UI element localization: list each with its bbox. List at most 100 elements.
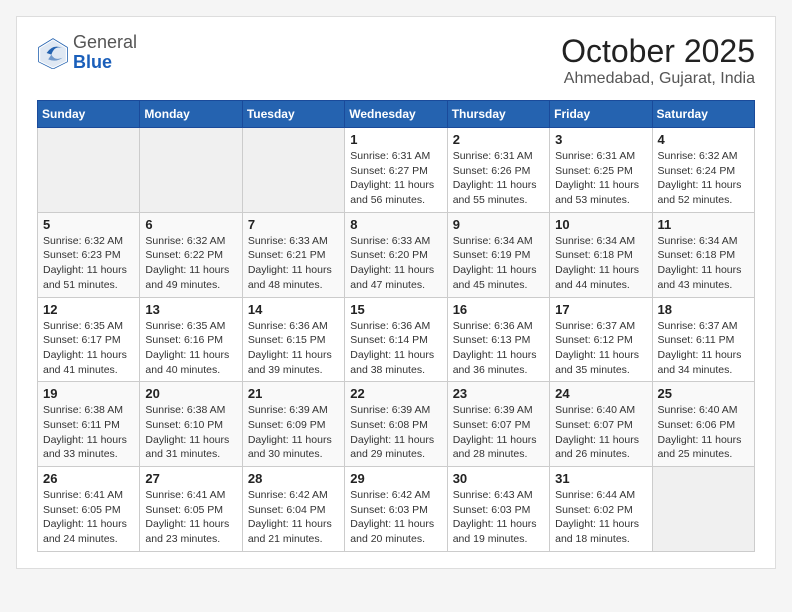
- calendar-cell: 10 Sunrise: 6:34 AMSunset: 6:18 PMDayligh…: [550, 212, 652, 297]
- day-info: Sunrise: 6:31 AMSunset: 6:26 PMDaylight:…: [453, 149, 544, 208]
- day-number: 19: [43, 386, 134, 401]
- calendar-cell: 28 Sunrise: 6:42 AMSunset: 6:04 PMDayligh…: [242, 467, 344, 552]
- day-number: 27: [145, 471, 236, 486]
- day-info: Sunrise: 6:41 AMSunset: 6:05 PMDaylight:…: [145, 488, 236, 547]
- day-info: Sunrise: 6:40 AMSunset: 6:07 PMDaylight:…: [555, 403, 646, 462]
- day-number: 11: [658, 217, 749, 232]
- day-info: Sunrise: 6:33 AMSunset: 6:20 PMDaylight:…: [350, 234, 441, 293]
- calendar-cell: 17 Sunrise: 6:37 AMSunset: 6:12 PMDayligh…: [550, 297, 652, 382]
- day-info: Sunrise: 6:39 AMSunset: 6:07 PMDaylight:…: [453, 403, 544, 462]
- day-number: 26: [43, 471, 134, 486]
- day-info: Sunrise: 6:43 AMSunset: 6:03 PMDaylight:…: [453, 488, 544, 547]
- calendar-cell: 8 Sunrise: 6:33 AMSunset: 6:20 PMDaylight…: [345, 212, 447, 297]
- calendar-cell: 20 Sunrise: 6:38 AMSunset: 6:10 PMDayligh…: [140, 382, 242, 467]
- day-number: 1: [350, 132, 441, 147]
- day-number: 4: [658, 132, 749, 147]
- day-number: 10: [555, 217, 646, 232]
- day-number: 14: [248, 302, 339, 317]
- calendar-cell: 7Sunrise: 6:33 AMSunset: 6:21 PMDaylight…: [242, 212, 344, 297]
- calendar-cell: 30 Sunrise: 6:43 AMSunset: 6:03 PMDayligh…: [447, 467, 549, 552]
- calendar-cell: 23 Sunrise: 6:39 AMSunset: 6:07 PMDayligh…: [447, 382, 549, 467]
- weekday-header-tuesday: Tuesday: [242, 101, 344, 128]
- calendar-cell: 26 Sunrise: 6:41 AMSunset: 6:05 PMDayligh…: [38, 467, 140, 552]
- day-info: Sunrise: 6:39 AMSunset: 6:08 PMDaylight:…: [350, 403, 441, 462]
- weekday-header-monday: Monday: [140, 101, 242, 128]
- calendar-cell: [652, 467, 754, 552]
- calendar-cell: 2 Sunrise: 6:31 AMSunset: 6:26 PMDaylight…: [447, 128, 549, 213]
- day-number: 8: [350, 217, 441, 232]
- calendar-cell: [140, 128, 242, 213]
- day-number: 2: [453, 132, 544, 147]
- day-number: 13: [145, 302, 236, 317]
- day-number: 28: [248, 471, 339, 486]
- day-number: 17: [555, 302, 646, 317]
- location: Ahmedabad, Gujarat, India: [561, 70, 755, 88]
- weekday-header-wednesday: Wednesday: [345, 101, 447, 128]
- day-info: Sunrise: 6:38 AMSunset: 6:11 PMDaylight:…: [43, 403, 134, 462]
- day-info: Sunrise: 6:40 AMSunset: 6:06 PMDaylight:…: [658, 403, 749, 462]
- day-number: 6: [145, 217, 236, 232]
- calendar-page: General Blue October 2025 Ahmedabad, Guj…: [16, 16, 776, 569]
- day-number: 7: [248, 217, 339, 232]
- day-number: 25: [658, 386, 749, 401]
- day-number: 23: [453, 386, 544, 401]
- day-info: Sunrise: 6:36 AMSunset: 6:15 PMDaylight:…: [248, 319, 339, 378]
- calendar-cell: 13Sunrise: 6:35 AMSunset: 6:16 PMDayligh…: [140, 297, 242, 382]
- day-info: Sunrise: 6:32 AMSunset: 6:22 PMDaylight:…: [145, 234, 236, 293]
- calendar-cell: 22 Sunrise: 6:39 AMSunset: 6:08 PMDayligh…: [345, 382, 447, 467]
- day-info: Sunrise: 6:39 AMSunset: 6:09 PMDaylight:…: [248, 403, 339, 462]
- weekday-header-saturday: Saturday: [652, 101, 754, 128]
- day-number: 3: [555, 132, 646, 147]
- calendar-cell: 15 Sunrise: 6:36 AMSunset: 6:14 PMDayligh…: [345, 297, 447, 382]
- day-info: Sunrise: 6:34 AMSunset: 6:18 PMDaylight:…: [555, 234, 646, 293]
- calendar-cell: 25 Sunrise: 6:40 AMSunset: 6:06 PMDayligh…: [652, 382, 754, 467]
- calendar-cell: 31Sunrise: 6:44 AMSunset: 6:02 PMDayligh…: [550, 467, 652, 552]
- day-number: 5: [43, 217, 134, 232]
- day-info: Sunrise: 6:36 AMSunset: 6:13 PMDaylight:…: [453, 319, 544, 378]
- calendar-cell: 24Sunrise: 6:40 AMSunset: 6:07 PMDayligh…: [550, 382, 652, 467]
- day-info: Sunrise: 6:44 AMSunset: 6:02 PMDaylight:…: [555, 488, 646, 547]
- calendar-cell: 4 Sunrise: 6:32 AMSunset: 6:24 PMDaylight…: [652, 128, 754, 213]
- calendar-cell: 19 Sunrise: 6:38 AMSunset: 6:11 PMDayligh…: [38, 382, 140, 467]
- page-header: General Blue October 2025 Ahmedabad, Guj…: [37, 33, 755, 88]
- day-info: Sunrise: 6:31 AMSunset: 6:27 PMDaylight:…: [350, 149, 441, 208]
- day-info: Sunrise: 6:34 AMSunset: 6:18 PMDaylight:…: [658, 234, 749, 293]
- day-info: Sunrise: 6:32 AMSunset: 6:24 PMDaylight:…: [658, 149, 749, 208]
- calendar-cell: 18Sunrise: 6:37 AMSunset: 6:11 PMDayligh…: [652, 297, 754, 382]
- logo: General Blue: [37, 33, 137, 73]
- day-number: 15: [350, 302, 441, 317]
- day-number: 21: [248, 386, 339, 401]
- month-title: October 2025: [561, 33, 755, 70]
- weekday-header-thursday: Thursday: [447, 101, 549, 128]
- day-info: Sunrise: 6:38 AMSunset: 6:10 PMDaylight:…: [145, 403, 236, 462]
- day-number: 12: [43, 302, 134, 317]
- calendar-cell: 12Sunrise: 6:35 AMSunset: 6:17 PMDayligh…: [38, 297, 140, 382]
- day-info: Sunrise: 6:42 AMSunset: 6:03 PMDaylight:…: [350, 488, 441, 547]
- logo-text: General Blue: [73, 33, 137, 73]
- calendar-cell: 5 Sunrise: 6:32 AMSunset: 6:23 PMDaylight…: [38, 212, 140, 297]
- day-number: 30: [453, 471, 544, 486]
- day-number: 9: [453, 217, 544, 232]
- day-number: 20: [145, 386, 236, 401]
- day-number: 18: [658, 302, 749, 317]
- day-number: 22: [350, 386, 441, 401]
- calendar-cell: 14 Sunrise: 6:36 AMSunset: 6:15 PMDayligh…: [242, 297, 344, 382]
- day-info: Sunrise: 6:37 AMSunset: 6:12 PMDaylight:…: [555, 319, 646, 378]
- calendar-cell: 27 Sunrise: 6:41 AMSunset: 6:05 PMDayligh…: [140, 467, 242, 552]
- day-info: Sunrise: 6:42 AMSunset: 6:04 PMDaylight:…: [248, 488, 339, 547]
- title-block: October 2025 Ahmedabad, Gujarat, India: [561, 33, 755, 88]
- day-info: Sunrise: 6:34 AMSunset: 6:19 PMDaylight:…: [453, 234, 544, 293]
- logo-icon: [37, 37, 69, 69]
- calendar-cell: 16Sunrise: 6:36 AMSunset: 6:13 PMDayligh…: [447, 297, 549, 382]
- calendar-cell: 21 Sunrise: 6:39 AMSunset: 6:09 PMDayligh…: [242, 382, 344, 467]
- day-number: 29: [350, 471, 441, 486]
- weekday-header-friday: Friday: [550, 101, 652, 128]
- day-info: Sunrise: 6:36 AMSunset: 6:14 PMDaylight:…: [350, 319, 441, 378]
- calendar-cell: [38, 128, 140, 213]
- calendar-cell: 3 Sunrise: 6:31 AMSunset: 6:25 PMDaylight…: [550, 128, 652, 213]
- day-info: Sunrise: 6:32 AMSunset: 6:23 PMDaylight:…: [43, 234, 134, 293]
- calendar-cell: [242, 128, 344, 213]
- day-info: Sunrise: 6:41 AMSunset: 6:05 PMDaylight:…: [43, 488, 134, 547]
- day-info: Sunrise: 6:31 AMSunset: 6:25 PMDaylight:…: [555, 149, 646, 208]
- calendar-table: SundayMondayTuesdayWednesdayThursdayFrid…: [37, 100, 755, 552]
